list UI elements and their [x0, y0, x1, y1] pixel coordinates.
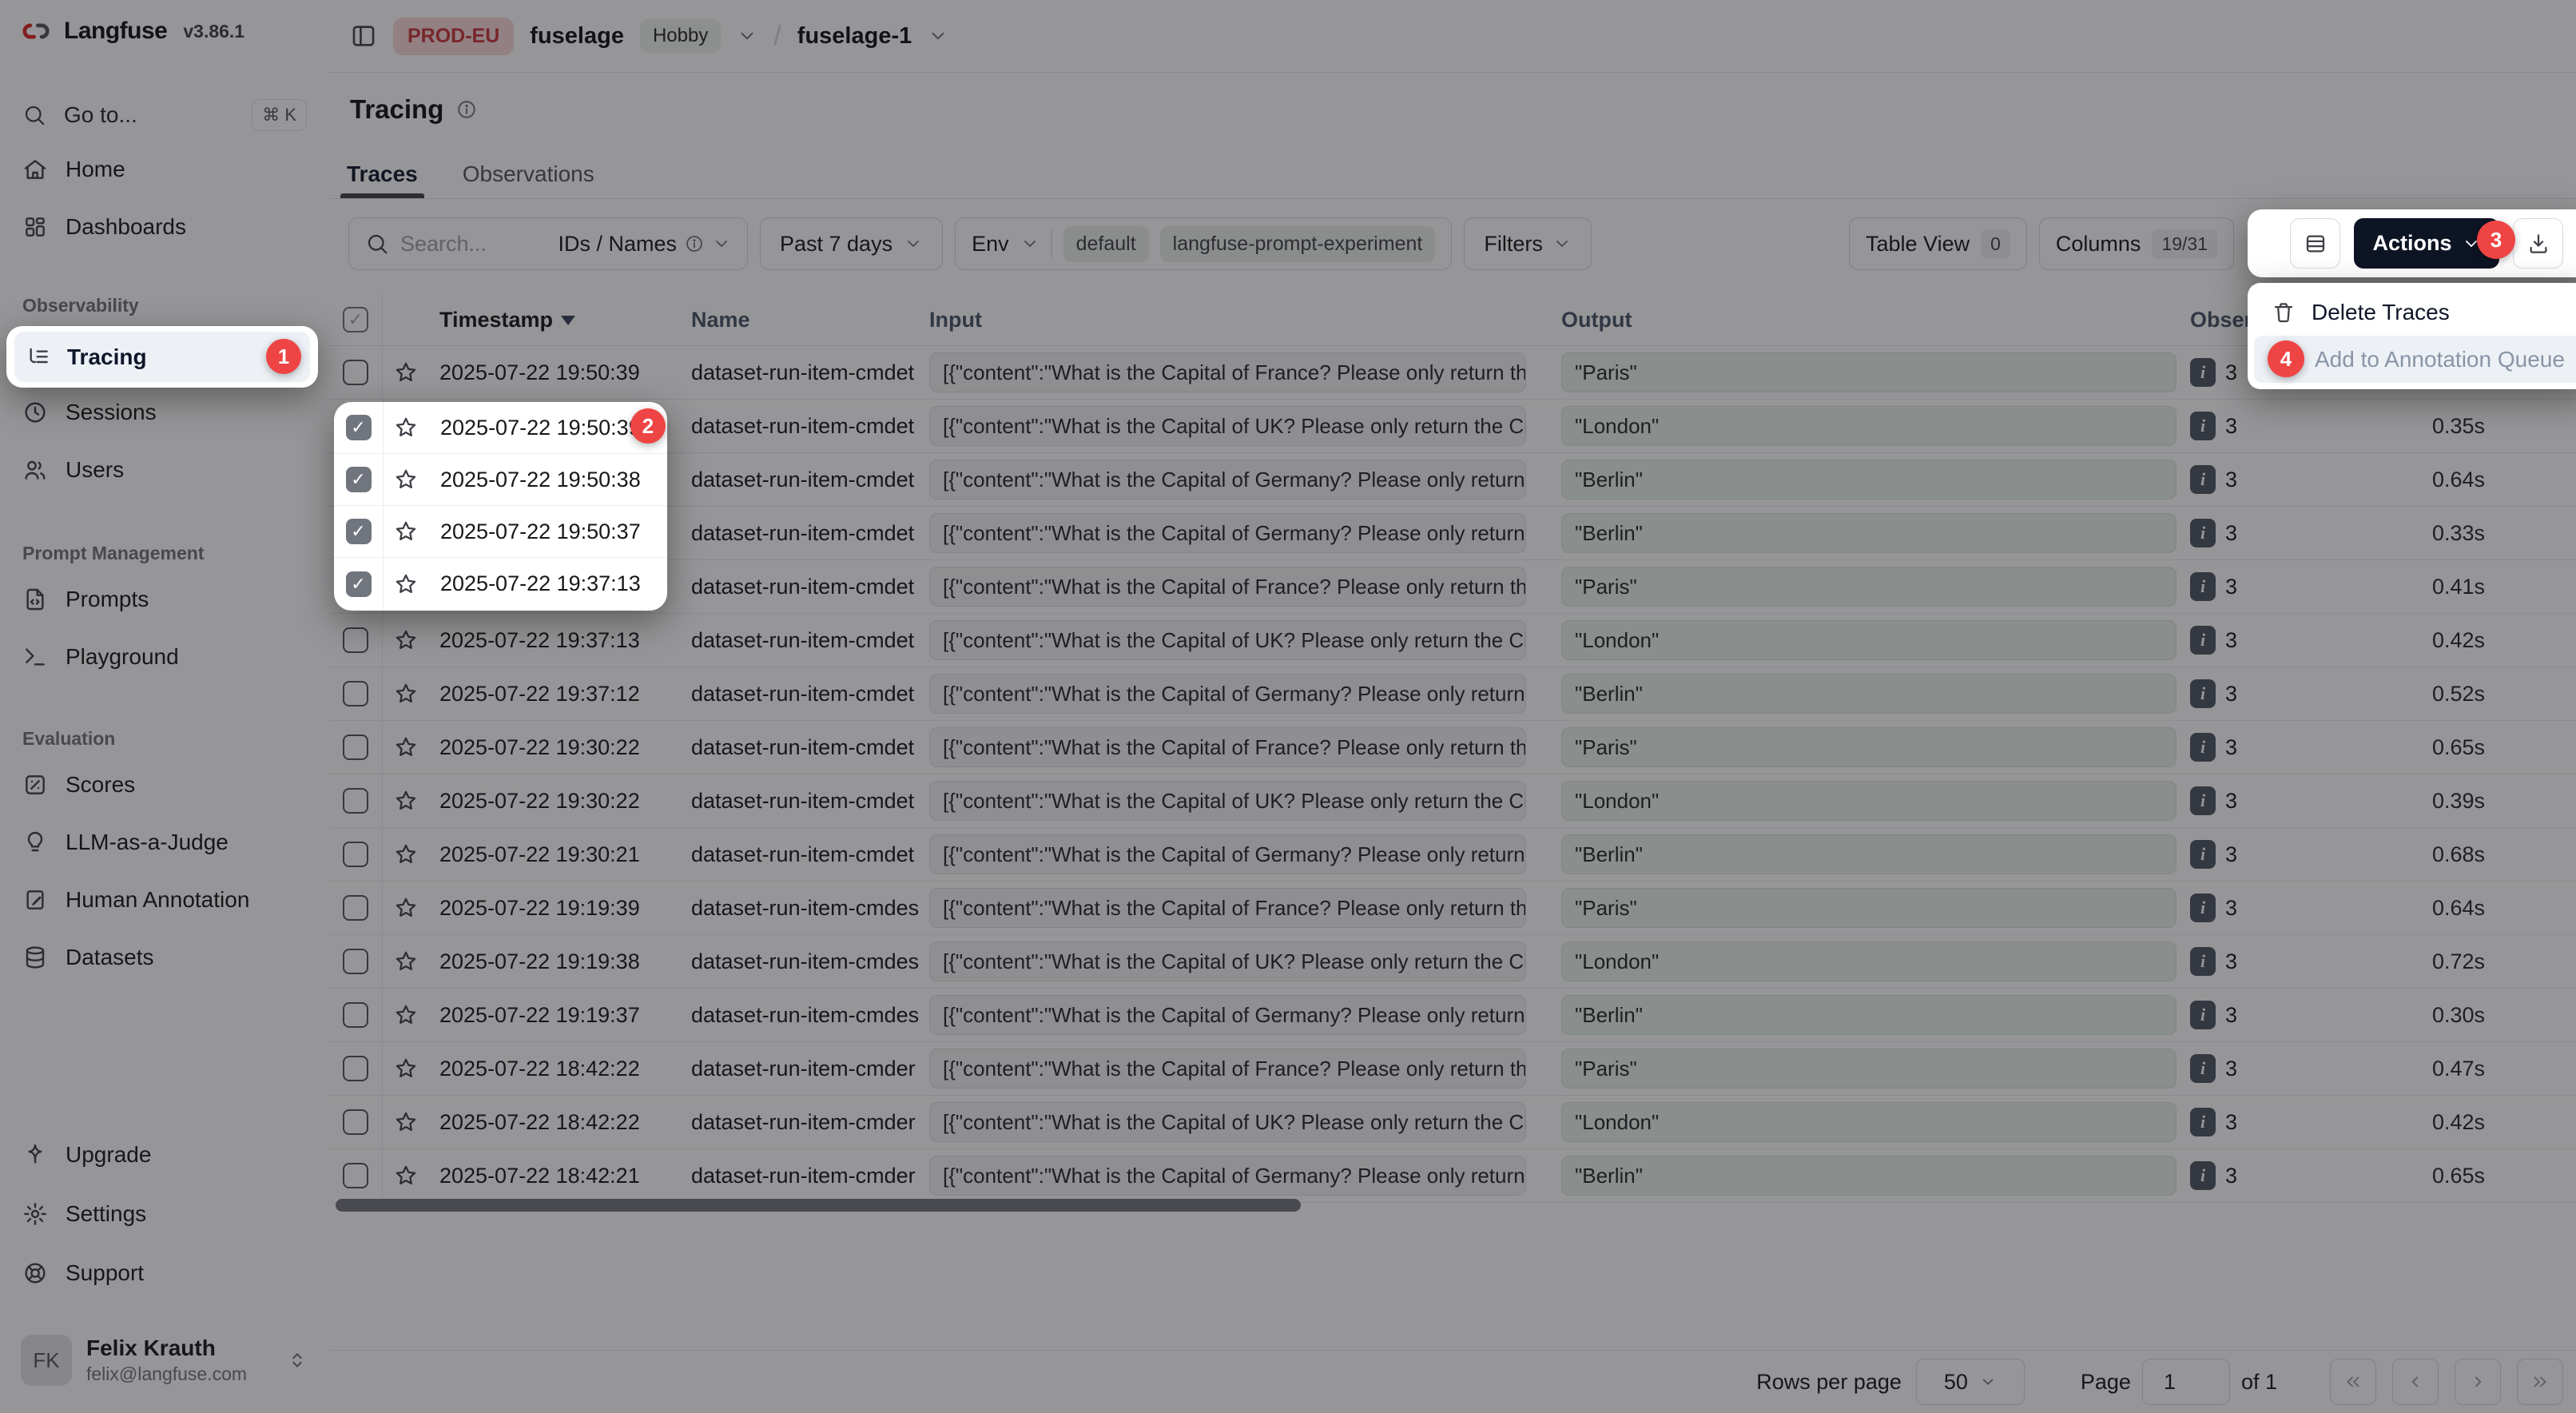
star-icon	[393, 519, 419, 544]
timestamp-cell: 2025-07-22 19:50:37	[428, 519, 641, 544]
star-cell[interactable]	[384, 571, 428, 597]
rows-icon	[2304, 232, 2328, 256]
spotlight-selected-rows: 2025-07-22 19:50:39 2025-07-22 19:50:38 …	[334, 402, 667, 611]
row-select-cell[interactable]	[334, 558, 384, 610]
langfuse-app: Langfuse v3.86.1 Go to... ⌘ K Home Dashb…	[0, 0, 2576, 1413]
star-cell[interactable]	[384, 467, 428, 492]
selected-row[interactable]: 2025-07-22 19:50:38	[334, 454, 667, 506]
step-badge-3: 3	[2477, 221, 2515, 259]
timestamp-cell: 2025-07-22 19:37:13	[428, 571, 641, 596]
row-checkbox-checked[interactable]	[346, 467, 372, 492]
star-icon	[393, 415, 419, 440]
spotlight-tracing: Tracing 1	[6, 326, 318, 388]
row-select-cell[interactable]	[334, 454, 384, 505]
download-icon	[2526, 232, 2550, 256]
selected-rows: 2025-07-22 19:50:39 2025-07-22 19:50:38 …	[334, 402, 667, 611]
timestamp-cell: 2025-07-22 19:50:38	[428, 468, 641, 492]
menu-item-label: Add to Annotation Queue	[2315, 347, 2565, 372]
selected-row[interactable]: 2025-07-22 19:50:37	[334, 506, 667, 558]
row-checkbox-checked[interactable]	[346, 571, 372, 597]
star-icon	[393, 571, 419, 597]
trash-icon	[2272, 301, 2296, 324]
star-cell[interactable]	[384, 415, 428, 440]
row-height-button[interactable]	[2290, 218, 2340, 269]
spotlight-actions-toolbar: Actions 3	[2248, 209, 2576, 277]
timestamp-cell: 2025-07-22 19:50:39	[428, 416, 641, 440]
sidebar-item-label: Tracing	[67, 344, 147, 370]
row-select-cell[interactable]	[334, 506, 384, 557]
selected-row[interactable]: 2025-07-22 19:50:39	[334, 402, 667, 454]
step-badge-2: 2	[630, 408, 666, 444]
actions-label: Actions	[2372, 231, 2451, 256]
actions-dropdown-menu: Delete Traces Add to Annotation Queue 4	[2248, 283, 2576, 389]
star-icon	[393, 467, 419, 492]
row-select-cell[interactable]	[334, 402, 384, 453]
star-cell[interactable]	[384, 519, 428, 544]
export-button[interactable]	[2513, 218, 2563, 269]
step-badge-4: 4	[2268, 340, 2304, 377]
tutorial-dim-overlay	[0, 0, 2576, 1413]
row-checkbox-checked[interactable]	[346, 415, 372, 440]
row-checkbox-checked[interactable]	[346, 519, 372, 544]
step-badge-1: 1	[266, 339, 301, 374]
selected-row[interactable]: 2025-07-22 19:37:13	[334, 558, 667, 610]
menu-item-delete-traces[interactable]: Delete Traces	[2254, 289, 2576, 336]
menu-item-label: Delete Traces	[2312, 300, 2450, 325]
tracing-icon	[26, 344, 51, 370]
